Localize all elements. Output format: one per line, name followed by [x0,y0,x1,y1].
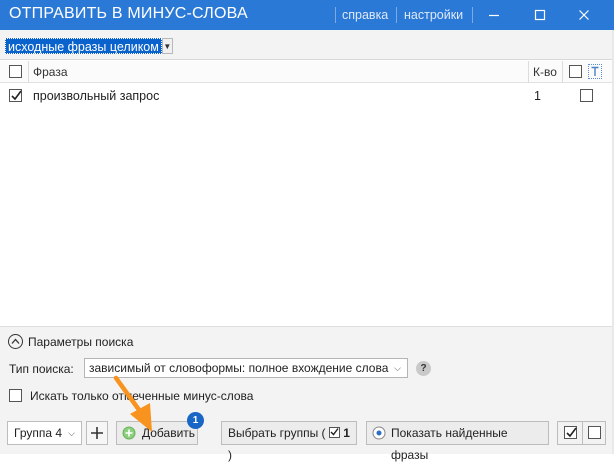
toggle-divider [582,422,583,444]
header-mark-checkbox[interactable] [569,65,582,78]
collapse-toggle[interactable] [8,334,23,349]
row-count: 1 [534,89,541,103]
add-circle-icon [122,426,136,440]
title-separator [472,7,473,23]
column-divider [528,61,529,83]
only-marked-checkbox[interactable] [9,389,22,402]
toolbar: исходные фразы целиком ▼ [0,30,614,60]
only-marked-label[interactable]: Искать только отмеченные минус-слова [30,389,253,403]
chevron-down-icon: ⌵ [394,363,401,373]
chevron-down-icon: ⌵ [68,428,75,438]
show-found-label: Показать найденные фразы [391,426,508,462]
phrase-list-area [0,108,612,326]
chevron-down-icon[interactable]: ▼ [161,38,173,54]
choose-groups-prefix: Выбрать группы ( [228,426,326,440]
select-all-checkbox[interactable] [9,65,22,78]
choose-groups-suffix: ) [228,448,232,462]
maximize-button[interactable] [522,0,558,30]
add-button-label: Добавить [142,426,196,440]
maximize-icon [534,9,546,21]
search-params-header[interactable]: Параметры поиска [28,335,133,349]
settings-link[interactable]: настройки [404,8,463,22]
table-header: Фраза К-во [0,61,614,83]
minimize-button[interactable] [476,0,512,30]
unmark-all-checkbox[interactable] [588,426,601,439]
help-link[interactable]: справка [342,8,388,22]
table-row[interactable]: произвольный запрос 1 [0,84,614,108]
choose-groups-count: 1 [343,426,350,440]
mode-select-value: исходные фразы целиком [5,38,162,54]
notification-badge: 1 [187,412,204,429]
checkmark-icon [566,427,577,438]
checkmark-icon [11,90,22,101]
text-format-icon[interactable] [588,64,602,79]
add-button[interactable]: Добавить [116,421,198,445]
show-found-button[interactable]: Показать найденные фразы [366,421,549,462]
row-phrase: произвольный запрос [33,89,160,103]
group-select-value: Группа 4 [14,426,63,440]
row-mark-checkbox[interactable] [580,89,593,102]
search-type-value: зависимый от словоформы: полное вхождени… [89,361,389,375]
plus-icon [91,427,103,439]
choose-groups-button[interactable]: Выбрать группы ( 1 ) [221,421,357,462]
help-icon[interactable]: ? [416,361,431,376]
title-bar: ОТПРАВИТЬ В МИНУС-СЛОВА справка настройк… [0,0,614,30]
close-icon [579,10,589,20]
minimize-icon [489,14,499,17]
close-button[interactable] [566,0,602,30]
column-divider [562,61,563,83]
column-divider [28,61,29,83]
column-header-count[interactable]: К-во [533,65,557,79]
mark-toggle-group [557,421,606,445]
window-title: ОТПРАВИТЬ В МИНУС-СЛОВА [9,5,248,22]
group-select[interactable]: Группа 4 ⌵ [7,421,82,445]
chevron-up-icon [11,338,20,344]
title-separator [396,7,397,23]
search-type-label: Тип поиска: [9,362,74,376]
add-group-button[interactable] [86,421,108,445]
column-header-phrase[interactable]: Фраза [33,65,68,79]
search-type-select[interactable]: зависимый от словоформы: полное вхождени… [84,358,408,378]
row-checkbox[interactable] [9,89,22,102]
mode-select[interactable]: исходные фразы целиком ▼ [5,38,173,54]
radio-icon [372,426,386,440]
check-icon [328,427,340,438]
mark-all-checkbox[interactable] [564,426,577,439]
title-separator [335,7,336,23]
